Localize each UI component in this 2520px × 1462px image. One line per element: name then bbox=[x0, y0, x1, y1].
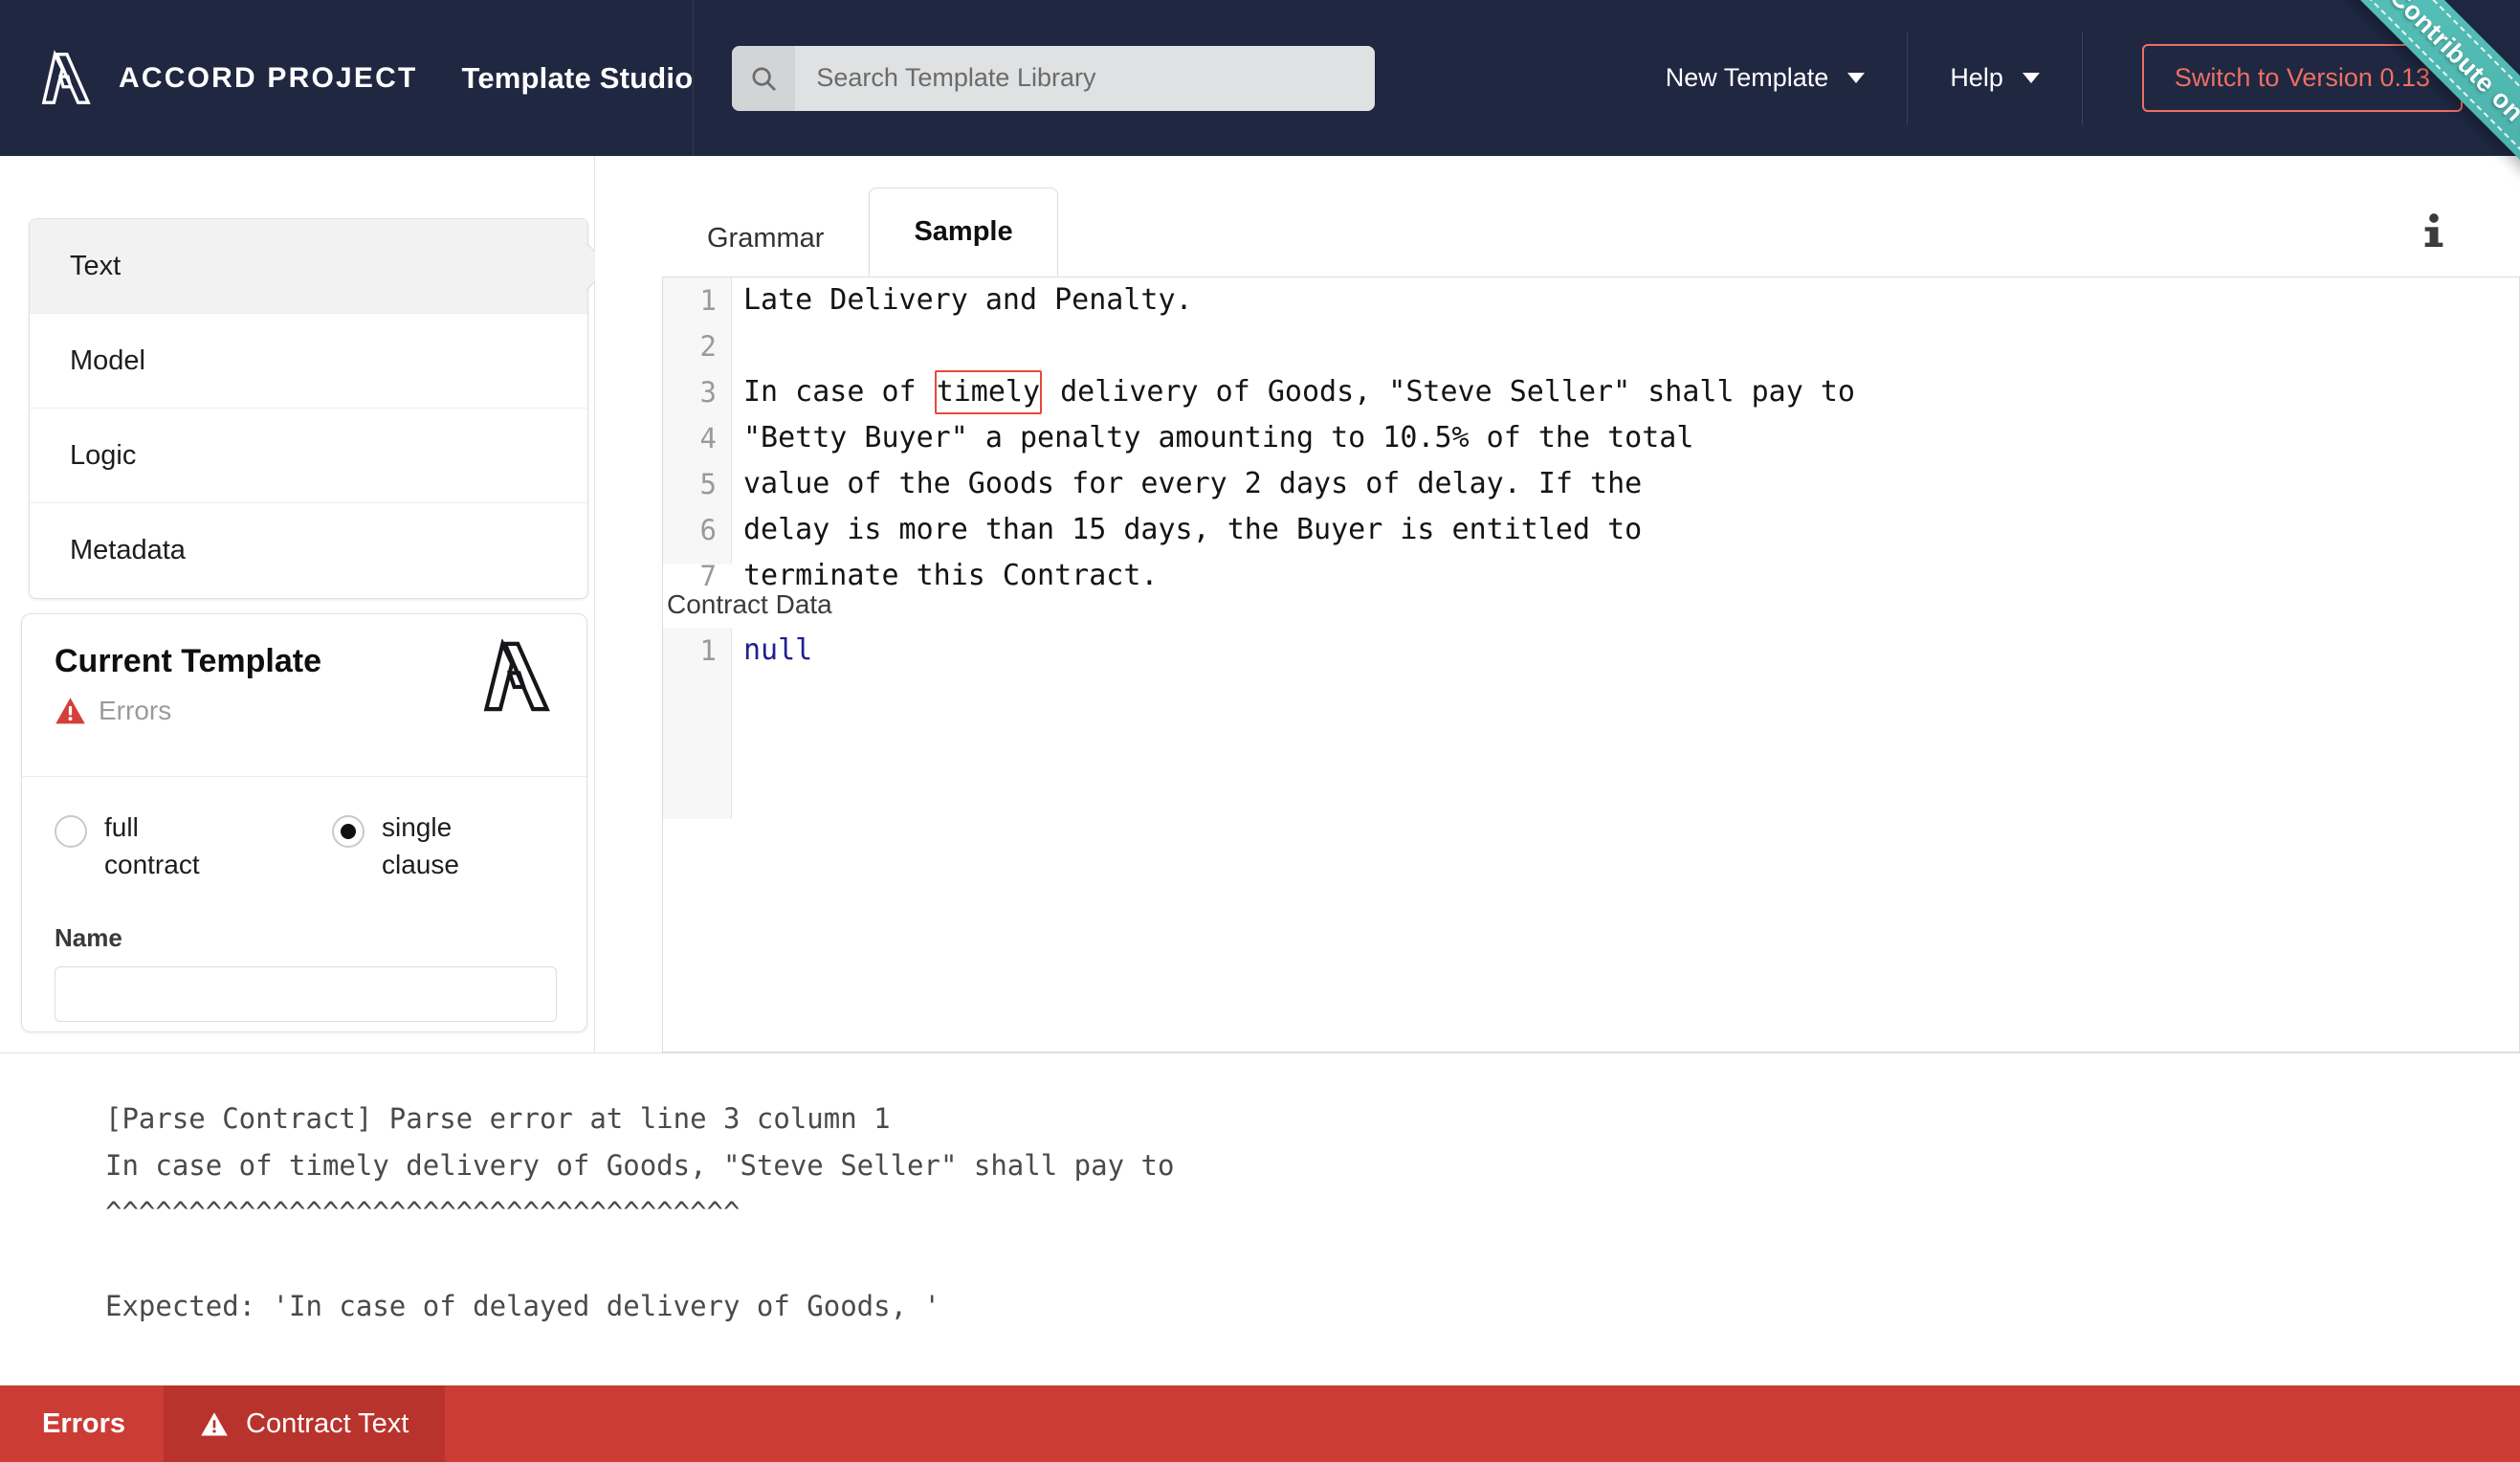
sample-text-editor[interactable]: 1 Late Delivery and Penalty. 2 3 In case… bbox=[663, 277, 2519, 592]
nav-new-template-label: New Template bbox=[1665, 63, 1829, 92]
line-number: 3 bbox=[699, 376, 717, 409]
left-sidebar: Text Model Logic Metadata Current Templa… bbox=[0, 156, 595, 1052]
nav-new-template[interactable]: New Template bbox=[1624, 0, 1908, 156]
chevron-down-icon bbox=[2022, 73, 2040, 83]
radio-single-clause[interactable]: single clause bbox=[332, 809, 506, 883]
code-line: 7 terminate this Contract. bbox=[700, 553, 2519, 599]
line-text-post: delivery of Goods, "Steve Seller" shall … bbox=[1043, 375, 1855, 409]
app-title: Template Studio bbox=[461, 60, 694, 95]
current-template-header: Current Template Errors bbox=[22, 614, 586, 777]
app-header: ACCORD PROJECT Template Studio New Templ… bbox=[0, 0, 2520, 156]
line-number: 7 bbox=[699, 560, 717, 592]
contract-data-editor[interactable]: 1 null bbox=[663, 628, 2519, 819]
current-template-status-text: Errors bbox=[99, 696, 172, 725]
search-area bbox=[694, 0, 1376, 156]
search-input[interactable] bbox=[795, 45, 1376, 111]
line-text: null bbox=[743, 633, 813, 667]
status-tab-contract-text[interactable]: Contract Text bbox=[164, 1385, 446, 1462]
accord-project-logo-icon bbox=[483, 639, 550, 712]
sidebar-item-metadata-label: Metadata bbox=[70, 535, 186, 565]
line-number: 5 bbox=[699, 468, 717, 500]
line-text: delay is more than 15 days, the Buyer is… bbox=[743, 513, 1643, 546]
line-number: 4 bbox=[699, 422, 717, 454]
sidebar-nav-card: Text Model Logic Metadata bbox=[29, 218, 588, 599]
radio-full-contract[interactable]: full contract bbox=[55, 809, 332, 883]
sidebar-item-text[interactable]: Text bbox=[30, 219, 587, 314]
nav-help-label: Help bbox=[1950, 63, 2003, 92]
sidebar-item-metadata[interactable]: Metadata bbox=[30, 503, 587, 598]
info-icon[interactable] bbox=[2415, 211, 2453, 254]
line-text: Late Delivery and Penalty. bbox=[743, 283, 1193, 317]
chevron-down-icon bbox=[1847, 73, 1866, 83]
status-bar-errors-label: Errors bbox=[42, 1407, 126, 1439]
name-input[interactable] bbox=[55, 966, 557, 1023]
current-template-card: Current Template Errors full contract si… bbox=[21, 613, 587, 1033]
code-line: 1 Late Delivery and Penalty. bbox=[700, 277, 2519, 323]
warning-triangle-icon bbox=[201, 1411, 228, 1436]
status-bar: Errors Contract Text bbox=[0, 1385, 2520, 1462]
search-box[interactable] bbox=[732, 45, 1376, 111]
sidebar-item-model[interactable]: Model bbox=[30, 314, 587, 409]
line-text: "Betty Buyer" a penalty amounting to 10.… bbox=[743, 421, 1694, 454]
code-line: 1 null bbox=[700, 628, 2519, 674]
line-number: 1 bbox=[699, 284, 717, 317]
warning-triangle-icon bbox=[55, 698, 85, 724]
tab-grammar[interactable]: Grammar bbox=[662, 201, 869, 276]
nav-help[interactable]: Help bbox=[1908, 0, 2082, 156]
current-template-body: full contract single clause Name bbox=[22, 777, 586, 1031]
tab-grammar-label: Grammar bbox=[707, 223, 825, 254]
tab-sample-label: Sample bbox=[914, 216, 1013, 247]
radio-single-clause-mark[interactable] bbox=[332, 815, 365, 848]
sidebar-item-model-label: Model bbox=[70, 344, 145, 376]
sidebar-item-logic[interactable]: Logic bbox=[30, 409, 587, 503]
tab-sample[interactable]: Sample bbox=[869, 188, 1058, 277]
name-field-label: Name bbox=[55, 923, 122, 953]
workspace: Text Model Logic Metadata Current Templa… bbox=[0, 156, 2520, 1052]
line-number: 2 bbox=[699, 330, 717, 363]
accord-project-logo-icon bbox=[41, 49, 91, 104]
parse-error-token[interactable]: timely bbox=[934, 370, 1043, 414]
radio-full-contract-mark[interactable] bbox=[55, 815, 87, 848]
code-line: 5 value of the Goods for every 2 days of… bbox=[700, 461, 2519, 507]
brand-name: ACCORD PROJECT bbox=[119, 61, 418, 94]
sample-code-lines: 1 Late Delivery and Penalty. 2 3 In case… bbox=[663, 277, 2519, 599]
radio-single-clause-label: single clause bbox=[382, 812, 459, 879]
status-tab-contract-text-label: Contract Text bbox=[246, 1407, 409, 1439]
sidebar-item-text-label: Text bbox=[70, 250, 122, 281]
brand[interactable]: ACCORD PROJECT Template Studio bbox=[0, 0, 693, 156]
line-text-pre: In case of bbox=[743, 375, 934, 409]
line-number: 6 bbox=[699, 514, 717, 546]
editor-tabs: Grammar Sample bbox=[662, 188, 1058, 277]
editor-column: Grammar Sample 1 Late Delivery and Penal… bbox=[595, 156, 2520, 1052]
contract-data-lines: 1 null bbox=[663, 628, 2519, 674]
error-console: [Parse Contract] Parse error at line 3 c… bbox=[0, 1052, 2520, 1385]
editor-panel: 1 Late Delivery and Penalty. 2 3 In case… bbox=[662, 277, 2520, 1052]
code-line: 6 delay is more than 15 days, the Buyer … bbox=[700, 507, 2519, 553]
line-number: 1 bbox=[699, 634, 717, 667]
code-line: 2 bbox=[700, 323, 2519, 369]
code-line: 4 "Betty Buyer" a penalty amounting to 1… bbox=[700, 415, 2519, 461]
line-text: terminate this Contract. bbox=[743, 559, 1159, 592]
search-icon bbox=[732, 45, 796, 111]
radio-full-contract-label: full contract bbox=[104, 812, 200, 879]
sidebar-item-logic-label: Logic bbox=[70, 439, 137, 471]
code-line-with-error: 3 In case of timely delivery of Goods, "… bbox=[700, 369, 2519, 415]
line-text: value of the Goods for every 2 days of d… bbox=[743, 467, 1643, 500]
template-type-radio-group: full contract single clause bbox=[55, 809, 554, 883]
